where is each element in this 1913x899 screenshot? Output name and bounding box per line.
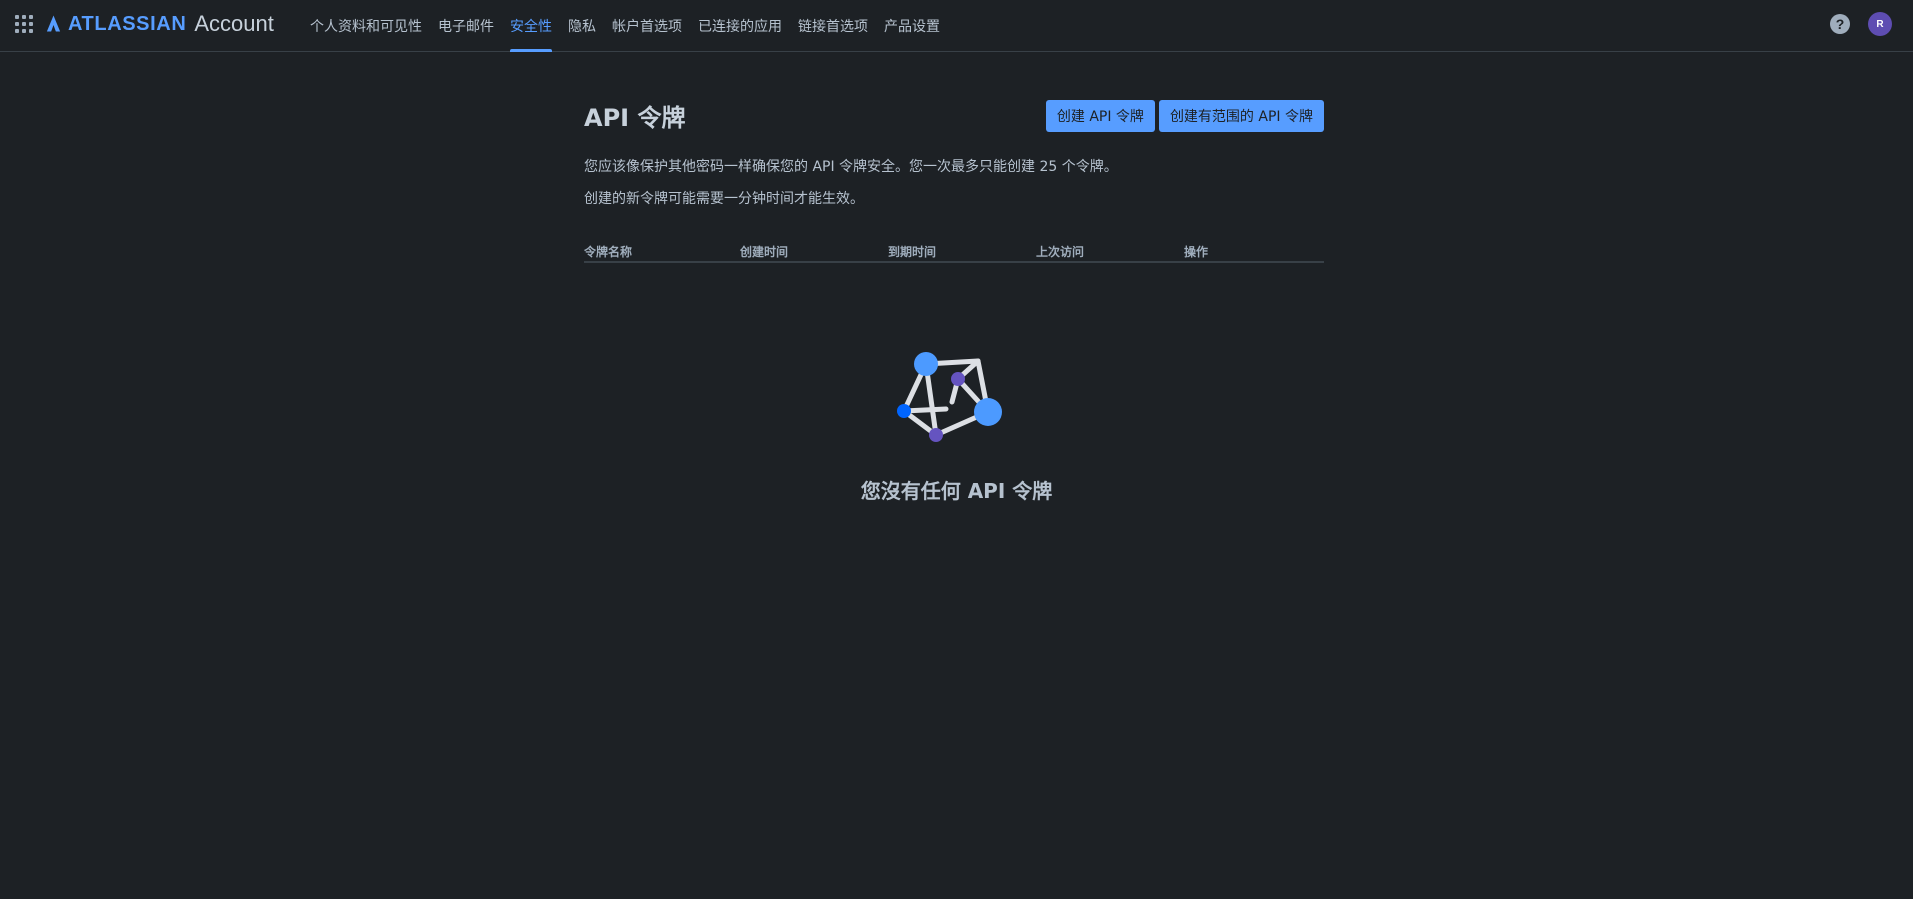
- tab-product-settings[interactable]: 产品设置: [876, 0, 948, 52]
- top-navigation-bar: ATLASSIAN Account 个人资料和可见性 电子邮件 安全性 隐私 帐…: [0, 0, 1913, 52]
- atlassian-account-logo[interactable]: ATLASSIAN Account: [45, 11, 274, 37]
- tab-connected-apps[interactable]: 已连接的应用: [690, 0, 790, 52]
- create-api-token-button[interactable]: 创建 API 令牌: [1045, 100, 1155, 132]
- page-actions: 创建 API 令牌 创建有范围的 API 令牌: [1045, 100, 1324, 132]
- description-text: 您应该像保护其他密码一样确保您的 API 令牌安全。您一次最多只能创建 25 个…: [584, 159, 1118, 175]
- main-nav: 个人资料和可见性 电子邮件 安全性 隐私 帐户首选项 已连接的应用 链接首选项 …: [302, 0, 948, 52]
- create-scoped-api-token-button[interactable]: 创建有范围的 API 令牌: [1158, 100, 1324, 132]
- description-note: 创建的新令牌可能需要一分钟时间才能生效。: [584, 191, 864, 207]
- column-expires: 到期时间: [888, 245, 937, 259]
- avatar[interactable]: R: [1868, 12, 1892, 36]
- column-token-name: 令牌名称: [584, 245, 633, 259]
- page-title: API 令牌: [584, 104, 686, 132]
- column-last-accessed: 上次访问: [1036, 245, 1085, 259]
- tab-security[interactable]: 安全性: [502, 0, 560, 52]
- column-actions: 操作: [1184, 245, 1209, 259]
- column-created: 创建时间: [740, 245, 789, 259]
- empty-state-title: 您沒有任何 API 令牌: [860, 479, 1053, 503]
- tab-link-preferences[interactable]: 链接首选项: [790, 0, 876, 52]
- tab-privacy[interactable]: 隐私: [560, 0, 604, 52]
- tab-account-preferences[interactable]: 帐户首选项: [604, 0, 690, 52]
- tab-profile-visibility[interactable]: 个人资料和可见性: [302, 0, 430, 52]
- logo-wordmark: ATLASSIAN: [68, 12, 187, 35]
- network-graph-illustration: [897, 352, 1002, 442]
- app-switcher-icon[interactable]: [14, 14, 33, 33]
- tokens-table-header: 令牌名称 创建时间 到期时间 上次访问 操作: [584, 243, 1324, 263]
- help-icon[interactable]: ?: [1830, 14, 1850, 34]
- atlassian-logo-icon: [46, 15, 61, 32]
- logo-product-name: Account: [194, 11, 274, 36]
- tab-email[interactable]: 电子邮件: [430, 0, 502, 52]
